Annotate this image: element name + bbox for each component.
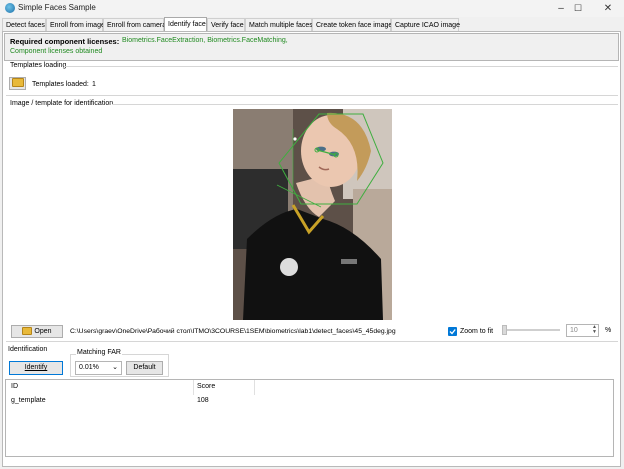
zoom-slider-track[interactable] (502, 329, 560, 331)
tab-identify-face[interactable]: Identify face (164, 17, 207, 32)
image-group-title: Image / template for identification (10, 100, 114, 107)
image-file-path: C:\Users\graev\OneDrive\Рабочий стол\ITM… (70, 328, 396, 335)
column-divider[interactable] (193, 380, 194, 395)
templates-loaded-label: Templates loaded: (32, 81, 89, 88)
title-bar: Simple Faces Sample – ☐ ✕ (0, 0, 624, 17)
identification-group-title: Identification (8, 346, 48, 353)
zoom-unit: % (605, 327, 612, 334)
tab-match-multiple-faces[interactable]: Match multiple faces (245, 18, 313, 31)
default-far-button[interactable]: Default (126, 361, 163, 375)
zoom-value-input[interactable]: 10 ▲ ▼ (566, 324, 599, 337)
templates-group-title: Templates loading (10, 62, 67, 69)
licenses-components: Biometrics.FaceExtraction, Biometrics.Fa… (122, 37, 288, 44)
app-icon (5, 3, 15, 13)
open-button-label: Open (34, 328, 52, 335)
results-table[interactable]: ID Score g_template 108 (5, 379, 614, 457)
checkmark-icon (449, 329, 456, 335)
open-image-button[interactable]: Open (11, 325, 63, 338)
folder-icon (22, 327, 33, 336)
chevron-down-icon: ⌄ (112, 364, 118, 371)
tab-enroll-from-image[interactable]: Enroll from image (46, 18, 105, 31)
group-divider (64, 66, 618, 67)
group-divider (112, 104, 618, 105)
tab-detect-faces[interactable]: Detect faces (2, 18, 46, 31)
window-title: Simple Faces Sample (18, 3, 96, 12)
face-image-view[interactable] (233, 109, 392, 320)
folder-icon (11, 78, 24, 87)
face-photo (233, 109, 392, 320)
cell-id: g_template (11, 397, 46, 404)
zoom-to-fit-label: Zoom to fit (460, 328, 494, 335)
licenses-panel: Required component licenses: Biometrics.… (4, 33, 619, 61)
load-templates-button[interactable] (9, 77, 26, 90)
column-header-score[interactable]: Score (197, 383, 215, 390)
zoom-slider-thumb[interactable] (502, 325, 507, 335)
templates-loaded-count: 1 (92, 81, 96, 88)
licenses-status: Component licenses obtained (10, 48, 103, 55)
table-row[interactable]: g_template 108 (6, 396, 613, 407)
tab-verify-face[interactable]: Verify face (207, 18, 245, 31)
identify-button[interactable]: Identify (9, 361, 63, 375)
cell-score: 108 (197, 397, 209, 404)
zoom-value: 10 (570, 327, 578, 334)
column-divider[interactable] (254, 380, 255, 395)
maximize-button[interactable]: ☐ (563, 0, 593, 17)
tab-strip: Detect faces Enroll from image Enroll fr… (0, 17, 624, 32)
licenses-label: Required component licenses: (10, 37, 120, 46)
zoom-to-fit-checkbox[interactable] (448, 327, 457, 336)
matching-far-label: Matching FAR (76, 349, 122, 356)
group-divider (6, 95, 618, 96)
far-select[interactable]: 0.01% ⌄ (75, 361, 122, 375)
group-divider (6, 341, 618, 342)
tab-create-token-face-image[interactable]: Create token face image (312, 18, 392, 31)
tab-enroll-from-camera[interactable]: Enroll from camera (103, 18, 166, 31)
close-button[interactable]: ✕ (593, 0, 623, 17)
spinner-arrows-icon[interactable]: ▲ ▼ (592, 325, 597, 335)
far-value: 0.01% (79, 364, 99, 371)
tab-capture-icao-image[interactable]: Capture ICAO image (391, 18, 460, 31)
column-header-id[interactable]: ID (11, 383, 18, 390)
